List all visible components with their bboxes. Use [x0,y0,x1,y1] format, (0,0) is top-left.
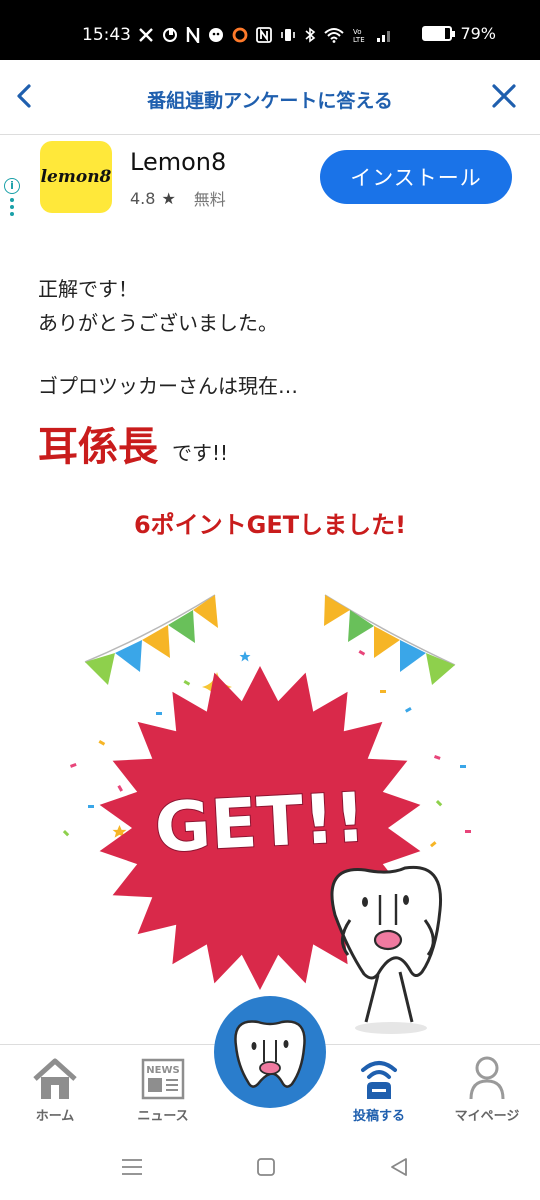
nav-news[interactable]: NEWS ニュース [118,1045,208,1137]
ad-banner[interactable]: i lemon8 Lemon8 4.8 ★ 無料 インストール [0,136,540,220]
rank-row: 耳係長 です!! [38,414,228,472]
volte-icon: VoLTE [353,28,365,43]
news-icon-text: NEWS [146,1065,179,1076]
music-app-icon [163,28,177,42]
status-time: 15:43 [82,25,131,45]
nfc-icon [256,27,272,43]
recent-apps-icon[interactable] [121,1158,143,1176]
wifi-icon [324,28,344,43]
signal-icon [377,31,390,42]
vibrate-icon [281,29,295,41]
nav-news-label: ニュース [137,1109,189,1124]
news-icon: NEWS [141,1058,185,1100]
star-icon: ★ [161,188,176,208]
rating-value: 4.8 [130,188,156,208]
app-name: Lemon8 [130,148,227,176]
svg-text:Vo: Vo [353,28,362,36]
result-message: 正解です！ ありがとうございました。 [38,272,278,340]
thanks-text: ありがとうございました。 [38,311,278,335]
center-mascot-button[interactable] [214,996,326,1108]
header: 番組連動アンケートに答える [0,60,540,135]
app-rating: 4.8 ★ 無料 [130,186,226,210]
nav-post[interactable]: 投稿する [334,1045,424,1137]
ad-menu-icon[interactable] [10,198,14,219]
page-title: 番組連動アンケートに答える [147,90,393,112]
nav-post-label: 投稿する [352,1109,405,1124]
svg-text:LTE: LTE [353,36,365,43]
home-icon [33,1058,77,1099]
nav-home-label: ホーム [35,1109,75,1124]
news-n-icon [186,27,200,43]
nav-home[interactable]: ホーム [10,1045,100,1137]
status-bar: 15:43 Vo LTE 79% [0,0,540,60]
app-price: 無料 [193,190,226,209]
x-app-icon [139,28,153,42]
rank-title: 耳係長 [38,424,158,470]
bunting-left [84,594,218,685]
app-icon [209,28,223,42]
install-button[interactable]: インストール [320,150,512,204]
system-nav-bar [0,1136,540,1200]
battery-percent: 79% [460,24,496,43]
battery-icon [422,26,456,41]
celebration-illustration: GET!! [62,594,471,1034]
bluetooth-icon [305,27,316,43]
ad-info-icon[interactable]: i [4,178,20,194]
nav-mypage-label: マイページ [454,1109,520,1124]
rank-suffix: です!! [172,441,229,465]
nav-mypage[interactable]: マイページ [442,1045,532,1137]
person-icon [469,1056,505,1100]
tooth-mascot [330,865,443,1034]
close-icon[interactable] [488,80,520,112]
get-text: GET!! [153,779,368,869]
notification-icons: Vo LTE [138,23,392,47]
tooth-face-icon [234,1020,306,1088]
battery-fill [424,28,445,39]
home-button-icon[interactable] [256,1157,276,1177]
broadcast-icon [361,1061,397,1099]
current-status-text: ゴプロツッカーさんは現在… [38,374,298,398]
correct-text: 正解です！ [38,277,138,301]
points-earned: 6ポイントGETしました! [133,511,407,539]
record-icon [232,27,248,43]
app-logo[interactable]: lemon8 [40,141,112,213]
battery-status: 79% [422,24,496,43]
bunting-right [324,594,456,685]
back-button-icon[interactable] [389,1157,409,1177]
